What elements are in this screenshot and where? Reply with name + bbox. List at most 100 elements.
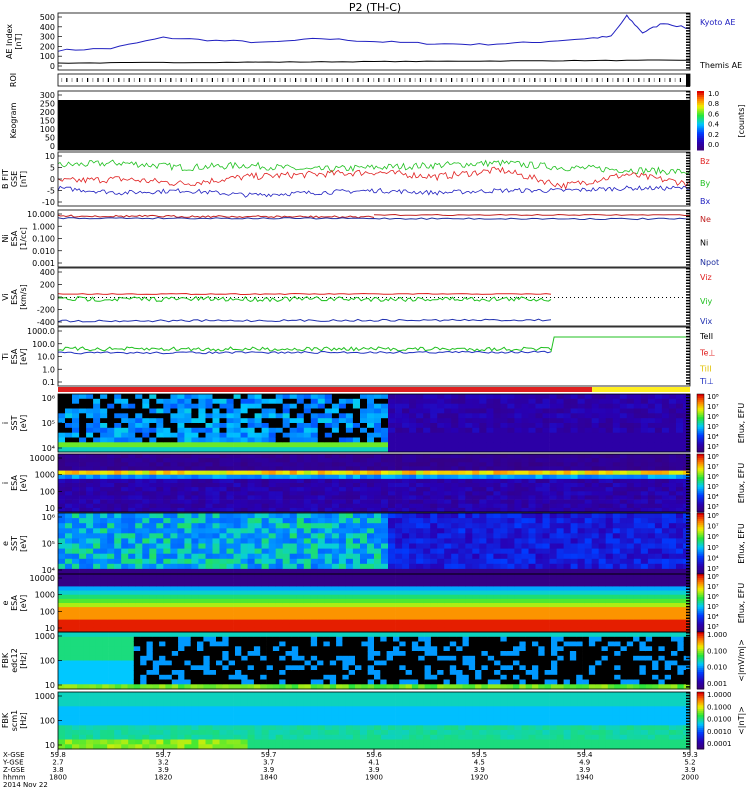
spectrogram-cell: [240, 518, 248, 524]
spectrogram-cell: [275, 563, 284, 570]
spectrogram-cell: [647, 491, 656, 496]
spectrogram-cell: [640, 408, 649, 414]
spectrogram-cell: [72, 474, 80, 480]
spectrogram-cell: [409, 491, 417, 496]
spectrogram-cell: [416, 478, 424, 484]
spectrogram-cell: [584, 462, 593, 467]
spectrogram-cell: [268, 408, 277, 414]
spectrogram-cell: [542, 528, 550, 534]
spectrogram-cell: [345, 462, 354, 467]
spectrogram-cell: [352, 623, 361, 629]
roi-mark: [139, 78, 141, 82]
spectrogram-cell: [163, 568, 171, 575]
spectrogram-cell: [676, 528, 684, 534]
spectrogram-cell: [219, 432, 227, 438]
spectrogram-cell: [331, 478, 340, 484]
spectrogram-cell: [310, 615, 319, 620]
spectrogram-cell: [549, 437, 557, 443]
spectrogram-cell: [100, 543, 108, 549]
spectrogram-cell: [549, 408, 557, 414]
spectrogram-cell: [219, 615, 227, 620]
spectrogram-cell: [261, 462, 269, 467]
spectrogram-cell: [444, 578, 452, 583]
spectrogram-cell: [381, 623, 389, 629]
zero-dots: [458, 297, 459, 298]
spectrogram-cell: [93, 590, 101, 596]
spectrogram-cell: [486, 538, 494, 544]
spectrogram-cell: [360, 491, 368, 496]
spectrogram-cell: [647, 528, 656, 534]
spectrogram-cell: [114, 432, 122, 438]
spectrogram-cell: [240, 558, 248, 565]
spectrogram-cell: [563, 558, 571, 565]
spectrogram-cell: [296, 528, 305, 534]
spectrogram-cell: [535, 574, 543, 579]
spectrogram-cell: [416, 454, 424, 459]
spectrogram-cell: [633, 437, 642, 443]
spectrogram-cell: [374, 590, 382, 596]
spectrogram-cell: [493, 427, 501, 433]
spectrogram-cell: [331, 590, 340, 596]
spectrogram-cell: [58, 394, 66, 400]
minor-tick: [686, 255, 690, 258]
spectrogram-cell: [367, 528, 375, 534]
spectrogram-cell: [79, 603, 87, 608]
spectrogram-cell: [381, 462, 389, 467]
spectrogram-cell: [493, 523, 501, 529]
spectrogram-cell: [598, 462, 607, 467]
spectrogram-cell: [198, 483, 206, 488]
spectrogram-cell: [563, 418, 571, 424]
spectrogram-cell: [381, 466, 389, 471]
spectrogram-cell: [156, 418, 164, 424]
spectrogram-cell: [409, 462, 417, 467]
spectrogram-cell: [100, 594, 108, 600]
spectrogram-cell: [289, 513, 298, 519]
spectrogram-cell: [549, 623, 557, 629]
spectrogram-cell: [317, 499, 326, 505]
spectrogram-cell: [416, 427, 424, 433]
spectrogram-cell: [296, 615, 305, 620]
spectrogram-cell: [360, 408, 368, 414]
spectrogram-cell: [58, 619, 66, 625]
spectrogram-cell: [416, 408, 424, 414]
spectrogram-cell: [668, 466, 677, 471]
spectrogram-cell: [93, 563, 101, 570]
spectrogram-cell: [261, 586, 269, 591]
spectrogram-cell: [282, 598, 291, 604]
spectrogram-cell: [549, 543, 557, 549]
spectrogram-cell: [549, 518, 557, 524]
spectrogram-cell: [352, 454, 361, 459]
spectrogram-cell: [570, 543, 578, 549]
roi-mark: [487, 78, 489, 82]
spectrogram-cell: [479, 474, 487, 480]
spectrogram-cell: [654, 466, 663, 471]
spectrogram-cell: [233, 413, 241, 419]
spectrogram-cell: [310, 578, 319, 583]
spectrogram-cell: [654, 413, 663, 419]
roi-mark: [622, 78, 624, 82]
spectrogram-cell: [86, 538, 94, 544]
spectrogram-cell: [514, 607, 522, 612]
roi-mark: [419, 78, 421, 82]
spectrogram-cell: [605, 403, 614, 409]
spectrogram-cell: [107, 394, 115, 400]
spectrogram-cell: [458, 538, 466, 544]
spectrogram-cell: [619, 470, 628, 476]
spectrogram-cell: [177, 470, 185, 476]
spectrogram-cell: [647, 466, 656, 471]
spectrogram-cell: [521, 466, 529, 471]
spectrogram-cell: [668, 499, 677, 505]
y-tick-label: 100.0: [32, 340, 55, 349]
y-axis-label: Keogram: [9, 102, 18, 138]
minor-tick: [686, 329, 690, 332]
spectrogram-cell: [205, 603, 213, 608]
spectrogram-cell: [275, 615, 284, 620]
spectrogram-cell: [472, 478, 480, 484]
roi-mark: [539, 78, 541, 82]
spectrogram-cell: [212, 491, 220, 496]
spectrogram-cell: [465, 518, 473, 524]
spectrogram-cell: [388, 603, 396, 608]
spectrogram-cell: [416, 437, 424, 443]
spectrogram-cell: [409, 543, 417, 549]
spectrogram-cell: [100, 398, 108, 404]
